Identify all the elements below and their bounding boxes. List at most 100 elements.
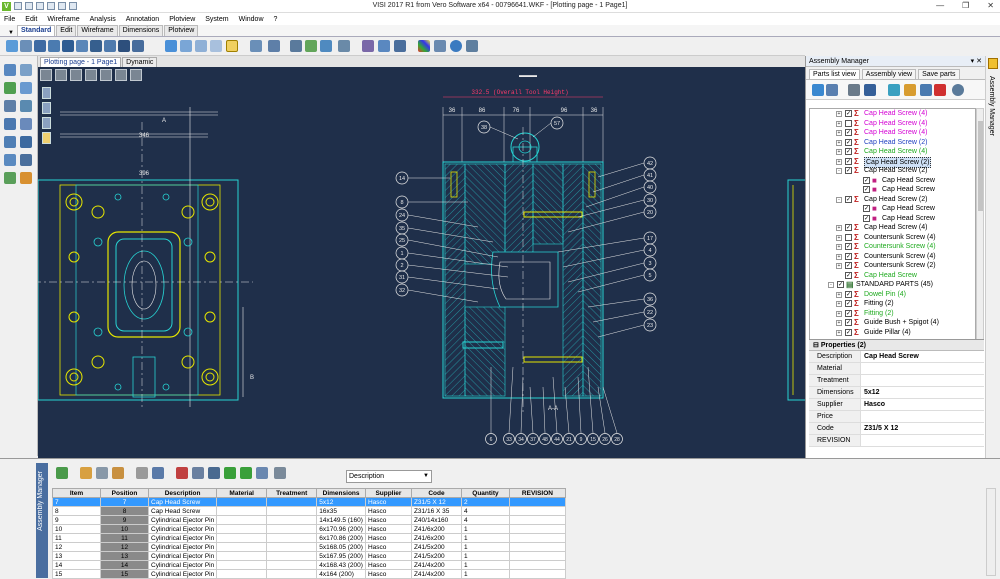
arc-tool-icon[interactable] <box>20 64 32 76</box>
tree-item[interactable]: + ✓ Σ Countersunk Screw (4) <box>810 242 975 252</box>
column-header[interactable]: Dimensions <box>316 488 366 498</box>
spline-tool-icon[interactable] <box>4 100 16 112</box>
expand-icon[interactable]: + <box>836 149 842 155</box>
table-cell[interactable]: 11 <box>52 533 101 543</box>
table-cell[interactable]: 12 <box>52 542 101 552</box>
table-cell[interactable]: 5x12 <box>316 497 366 507</box>
table-cell[interactable]: 16x35 <box>316 506 366 516</box>
table-cell[interactable]: Cylindrical Ejector Pin <box>147 515 218 525</box>
column-header[interactable]: Code <box>410 488 462 498</box>
tree-item[interactable]: + ✓ Σ Cap Head Screw (4) <box>810 223 975 233</box>
tree-checkbox[interactable] <box>845 233 852 241</box>
tab-wireframe[interactable]: Wireframe <box>77 25 118 36</box>
ribbon-dropdown-icon[interactable]: ▼ <box>8 30 14 36</box>
tree-item[interactable]: + ✓ Σ Cap Head Screw (2) <box>810 156 975 168</box>
table-cell[interactable]: 11 <box>100 533 149 543</box>
menu-help[interactable]: ? <box>274 16 278 23</box>
chamfer-tool-icon[interactable] <box>20 136 32 148</box>
table-cell[interactable]: 9 <box>52 515 101 525</box>
color-palette-icon[interactable] <box>418 40 430 52</box>
tree-item[interactable]: ✓ ■ Cap Head Screw <box>810 204 975 214</box>
table-cell[interactable]: Hasco <box>364 569 412 579</box>
expand-icon[interactable]: + <box>836 120 842 127</box>
refresh-icon[interactable] <box>812 84 824 96</box>
property-dimensions-value[interactable]: 5x12 <box>861 387 880 398</box>
cube-icon[interactable] <box>920 84 932 96</box>
grid-icon[interactable] <box>305 40 317 52</box>
column-header[interactable]: Supplier <box>364 488 412 498</box>
measure-icon[interactable] <box>362 40 374 52</box>
folder-icon[interactable] <box>988 58 998 69</box>
table-cell[interactable]: Cylindrical Ejector Pin <box>147 569 218 579</box>
table-cell[interactable] <box>266 569 318 579</box>
export-icon[interactable] <box>864 84 876 96</box>
tree-item[interactable]: + ✓ Σ Fitting (2) <box>810 299 975 309</box>
table-cell[interactable]: 4x164 (200) <box>316 569 366 579</box>
tree-checkbox[interactable]: ✓ <box>845 262 852 269</box>
tab-dynamic[interactable]: Dynamic <box>122 57 158 67</box>
column-header[interactable]: Quantity <box>460 488 510 498</box>
tree-checkbox[interactable]: ✓ <box>845 290 852 298</box>
menu-wireframe[interactable]: Wireframe <box>47 16 79 23</box>
color-cube-icon[interactable] <box>934 84 946 96</box>
property-supplier-value[interactable]: Hasco <box>861 399 885 410</box>
expand-icon[interactable]: + <box>836 111 842 117</box>
table-cell[interactable]: 9 <box>100 515 149 525</box>
table-cell[interactable]: Hasco <box>364 533 412 543</box>
expand-icon[interactable]: + <box>836 310 842 317</box>
expand-icon[interactable]: + <box>836 130 842 136</box>
expand-icon[interactable]: + <box>836 234 842 241</box>
table-row[interactable]: 10 10 Cylindrical Ejector Pin 6x170.96 (200… <box>52 524 566 534</box>
table-cell[interactable]: Z41/4x200 <box>410 569 462 579</box>
tree-item[interactable]: ✓ ■ Cap Head Screw <box>810 176 975 186</box>
sheet-icon[interactable] <box>56 467 68 479</box>
table-cell[interactable]: 2 <box>460 497 510 507</box>
table-cell[interactable] <box>266 533 318 543</box>
table-row[interactable]: 7 7 Cap Head Screw 5x12 Hasco Z31/5 X 12 2 <box>52 497 566 507</box>
table-cell[interactable]: 1 <box>460 542 510 552</box>
table-cell[interactable]: 10 <box>100 524 149 534</box>
table-cell[interactable]: Cylindrical Ejector Pin <box>147 560 218 570</box>
tree-item[interactable]: + ✓ Σ Cap Head Screw (2) <box>810 138 975 148</box>
table-cell[interactable] <box>266 560 318 570</box>
settings-icon[interactable] <box>466 40 478 52</box>
search-icon[interactable] <box>952 84 964 96</box>
line-tool-icon[interactable] <box>4 64 16 76</box>
table-cell[interactable]: Cap Head Screw <box>147 506 218 516</box>
tree-checkbox[interactable]: ✓ <box>845 224 852 231</box>
tree-checkbox[interactable] <box>845 119 852 127</box>
tree-item[interactable]: + ✓ Σ Countersunk Screw (4) <box>810 252 975 262</box>
tree-checkbox[interactable]: ✓ <box>845 252 852 260</box>
table-cell[interactable] <box>216 551 268 561</box>
table-cell[interactable] <box>216 497 268 507</box>
menu-edit[interactable]: Edit <box>25 16 37 23</box>
table-cell[interactable]: Hasco <box>364 506 412 516</box>
table-cell[interactable]: 8 <box>100 506 149 516</box>
tree-item[interactable]: ✓ Σ Cap Head Screw <box>810 271 975 281</box>
minimize-icon[interactable]: — <box>936 1 944 10</box>
table-cell[interactable]: Cap Head Screw <box>147 497 218 507</box>
table-cell[interactable]: Z31/16 X 35 <box>410 506 462 516</box>
property-code-value[interactable]: Z31/5 X 12 <box>861 423 898 434</box>
table-cell[interactable]: 15 <box>52 569 101 579</box>
tree-checkbox[interactable]: ✓ <box>845 319 852 326</box>
arrow-up-icon[interactable] <box>224 467 236 479</box>
tools-icon[interactable] <box>848 84 860 96</box>
workplane-icon[interactable] <box>338 40 350 52</box>
tree-checkbox[interactable]: ✓ <box>845 167 852 174</box>
layout-icon[interactable] <box>208 467 220 479</box>
snap-icon[interactable] <box>290 40 302 52</box>
table-cell[interactable]: 7 <box>52 497 101 507</box>
property-price-value[interactable] <box>861 411 864 422</box>
tree-item[interactable]: + ✓ Σ Fitting (2) <box>810 309 975 319</box>
tab-edit[interactable]: Edit <box>56 25 77 36</box>
table-cell[interactable]: 1 <box>460 551 510 561</box>
tree-item[interactable]: + ✓ Σ Cap Head Screw (4) <box>810 109 975 119</box>
table-cell[interactable]: 5x168.05 (200) <box>316 542 366 552</box>
tree-item[interactable]: ✓ ■ Cap Head Screw <box>810 214 975 224</box>
table-cell[interactable] <box>216 524 268 534</box>
column-header[interactable]: Position <box>100 488 149 498</box>
hidden-tool-icon[interactable] <box>90 40 102 52</box>
tree-item[interactable]: - ✓ Σ Cap Head Screw (2) <box>810 166 975 176</box>
table-cell[interactable]: Cylindrical Ejector Pin <box>147 524 218 534</box>
